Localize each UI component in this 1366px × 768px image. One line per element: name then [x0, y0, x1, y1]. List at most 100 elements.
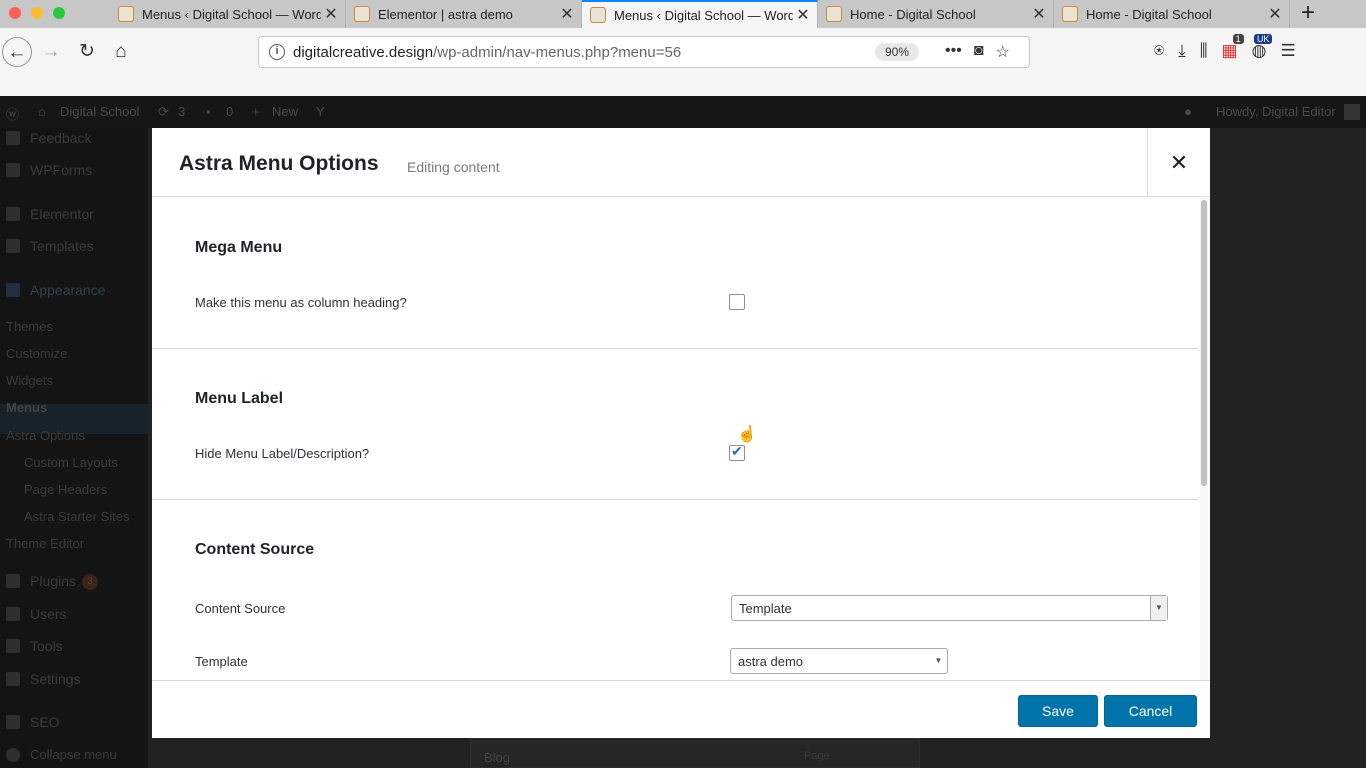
- url-text[interactable]: digitalcreative.design/wp-admin/nav-menu…: [293, 44, 681, 61]
- sidebar-item-users[interactable]: Users: [30, 606, 67, 622]
- sidebar-item-astra-options[interactable]: Astra Options: [6, 428, 85, 443]
- tools-icon: [6, 639, 20, 653]
- updates-icon[interactable]: ⟳: [158, 104, 169, 120]
- template-select[interactable]: astra demo ▼: [730, 648, 948, 674]
- favicon-icon: [590, 7, 606, 23]
- close-window-button[interactable]: [9, 7, 21, 19]
- library-icon[interactable]: ⫼: [1200, 41, 1208, 61]
- tab-title: Menus ‹ Digital School — Word: [142, 6, 321, 22]
- content-source-label: Content Source: [195, 601, 286, 616]
- downloads-star-icon[interactable]: ⍟: [1154, 41, 1164, 61]
- tab-title: Home - Digital School: [1086, 6, 1212, 22]
- users-icon: [6, 607, 20, 621]
- tab-close-icon[interactable]: ✕: [557, 4, 577, 24]
- sidebar-item-themes[interactable]: Themes: [6, 319, 53, 334]
- tab-close-icon[interactable]: ✕: [793, 5, 813, 25]
- content-source-select[interactable]: Template ▼: [731, 595, 1168, 621]
- howdy-user[interactable]: Howdy, Digital Editor: [1216, 104, 1336, 119]
- sidebar-item-menus[interactable]: Menus: [6, 400, 47, 415]
- more-actions-icon[interactable]: •••: [945, 42, 962, 62]
- sidebar-collapse-menu[interactable]: Collapse menu: [30, 747, 117, 762]
- sidebar-item-astra-starter-sites[interactable]: Astra Starter Sites: [24, 509, 129, 524]
- menu-item-type: Page: [804, 750, 830, 762]
- cancel-button[interactable]: Cancel: [1104, 695, 1197, 727]
- tab-title: Home - Digital School: [850, 6, 976, 22]
- scrollbar-thumb[interactable]: [1201, 200, 1207, 486]
- tab-close-icon[interactable]: ✕: [1265, 4, 1285, 24]
- forward-arrow-icon[interactable]: →: [36, 37, 66, 67]
- favicon-icon: [354, 6, 370, 22]
- favicon-icon: [1062, 6, 1078, 22]
- new-link[interactable]: New: [272, 104, 298, 119]
- sidebar-item-settings[interactable]: Settings: [30, 671, 81, 687]
- collapse-icon: [6, 748, 20, 762]
- sidebar-item-seo[interactable]: SEO: [30, 714, 60, 730]
- site-name[interactable]: Digital School: [60, 104, 140, 119]
- sidebar-item-page-headers[interactable]: Page Headers: [24, 482, 107, 497]
- reload-icon[interactable]: ↻: [72, 37, 102, 67]
- updates-count[interactable]: 3: [178, 104, 185, 119]
- extension-badge-icon[interactable]: ▦ 1: [1222, 34, 1244, 61]
- back-arrow-icon[interactable]: ←: [2, 37, 32, 67]
- tab-close-icon[interactable]: ✕: [1029, 4, 1049, 24]
- favicon-icon: [118, 6, 134, 22]
- column-heading-checkbox[interactable]: [729, 294, 745, 310]
- browser-tab-4[interactable]: Home - Digital School ✕: [818, 0, 1054, 28]
- menu-label-heading: Menu Label: [195, 390, 284, 407]
- templates-icon: [6, 239, 20, 253]
- menu-label-section: Menu Label Hide Menu Label/Description?: [152, 349, 1198, 500]
- uk-badge: UK: [1253, 34, 1273, 44]
- download-icon[interactable]: ⤓: [1178, 41, 1186, 61]
- sidebar-item-templates[interactable]: Templates: [30, 238, 94, 254]
- plugins-icon: [6, 574, 20, 588]
- browser-tab-5[interactable]: Home - Digital School ✕: [1054, 0, 1290, 28]
- comments-count[interactable]: 0: [226, 104, 233, 119]
- zoom-level-badge[interactable]: 90%: [875, 43, 919, 61]
- admin-sidebar: Feedback WPForms Elementor Templates App…: [0, 128, 148, 768]
- sidebar-item-plugins[interactable]: Plugins: [30, 573, 76, 589]
- nav-bar: ← → ↻ ⌂ i digitalcreative.design/wp-admi…: [0, 28, 1366, 96]
- elementor-icon: [6, 207, 20, 221]
- menu-item-blog: Blog: [484, 750, 511, 765]
- sidebar-item-tools[interactable]: Tools: [30, 638, 63, 654]
- uk-extension-icon[interactable]: ◍ UK: [1252, 34, 1273, 61]
- avatar[interactable]: [1344, 104, 1360, 120]
- url-bar[interactable]: i digitalcreative.design/wp-admin/nav-me…: [258, 36, 1030, 68]
- wordpress-logo-icon[interactable]: ⓦ: [6, 104, 19, 123]
- sidebar-item-feedback[interactable]: Feedback: [30, 130, 91, 146]
- minimize-window-button[interactable]: [31, 7, 43, 19]
- modal-body: Mega Menu Make this menu as column headi…: [152, 198, 1210, 680]
- paintbrush-icon: [6, 283, 20, 297]
- modal-header: Astra Menu Options Editing content ✕: [152, 128, 1210, 197]
- modal-footer: Save Cancel: [152, 680, 1210, 738]
- browser-tab-3[interactable]: Menus ‹ Digital School — Word ✕: [582, 0, 818, 28]
- sidebar-item-wpforms[interactable]: WPForms: [30, 162, 92, 178]
- sidebar-item-customize[interactable]: Customize: [6, 346, 67, 361]
- hide-label-checkbox[interactable]: [729, 443, 745, 461]
- wpforms-icon: [6, 163, 20, 177]
- browser-tab-2[interactable]: Elementor | astra demo ✕: [346, 0, 582, 28]
- sidebar-item-elementor[interactable]: Elementor: [30, 206, 94, 222]
- new-tab-button[interactable]: +: [1296, 0, 1320, 28]
- home-icon[interactable]: ⌂: [38, 104, 46, 119]
- bookmark-star-icon[interactable]: ☆: [995, 42, 1009, 62]
- sidebar-item-theme-editor[interactable]: Theme Editor: [6, 536, 84, 551]
- hamburger-menu-icon[interactable]: ☰: [1280, 41, 1295, 61]
- info-icon[interactable]: i: [269, 44, 285, 60]
- tab-close-icon[interactable]: ✕: [321, 4, 341, 24]
- save-button[interactable]: Save: [1018, 695, 1098, 727]
- comments-icon[interactable]: ▪: [206, 104, 211, 119]
- yoast-icon[interactable]: Y: [316, 104, 325, 119]
- notification-icon[interactable]: ●: [1184, 104, 1192, 119]
- menu-item-row: [470, 738, 920, 768]
- pocket-icon[interactable]: ◙: [974, 42, 984, 62]
- sidebar-item-widgets[interactable]: Widgets: [6, 373, 53, 388]
- home-icon[interactable]: ⌂: [106, 37, 136, 67]
- modal-scrollbar[interactable]: [1200, 198, 1208, 680]
- sidebar-item-custom-layouts[interactable]: Custom Layouts: [24, 455, 118, 470]
- plus-icon[interactable]: +: [252, 104, 260, 119]
- close-icon[interactable]: ✕: [1147, 128, 1210, 197]
- browser-tab-1[interactable]: Menus ‹ Digital School — Word ✕: [110, 0, 346, 28]
- maximize-window-button[interactable]: [53, 7, 65, 19]
- sidebar-item-appearance[interactable]: Appearance: [30, 282, 106, 298]
